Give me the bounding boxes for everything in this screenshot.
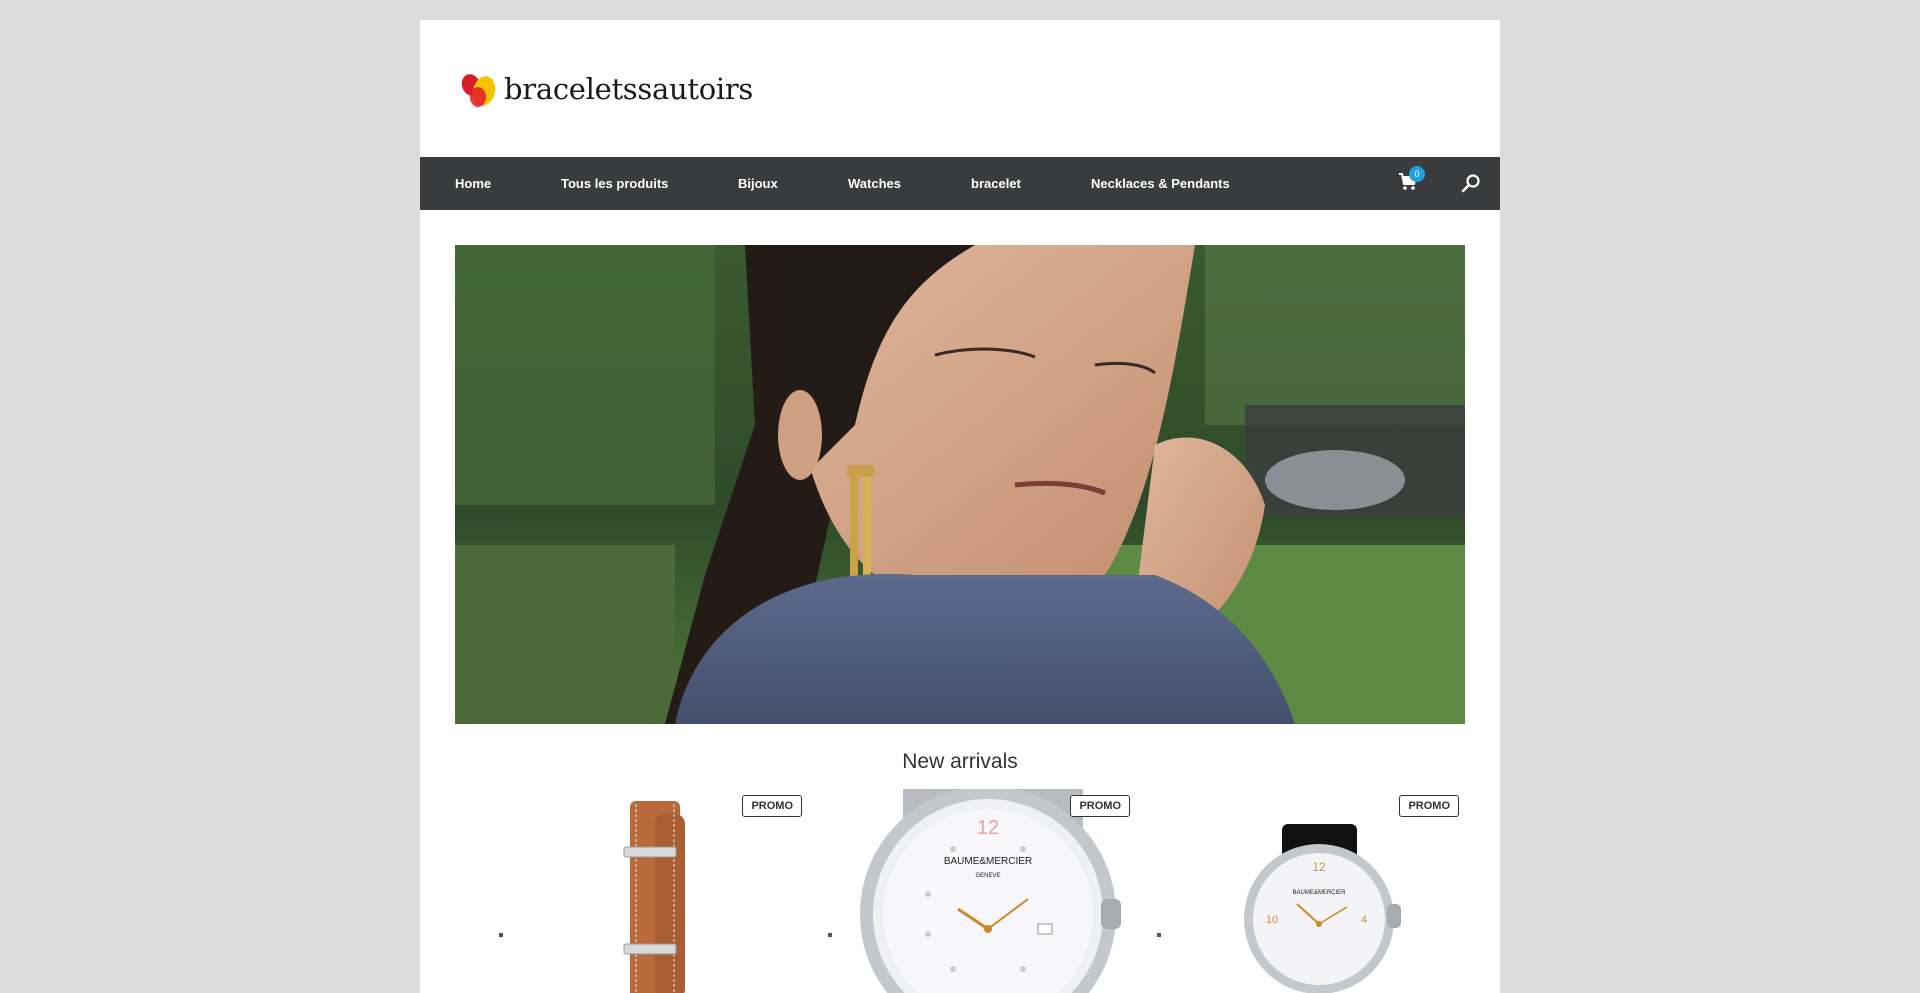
nav-item-bijoux[interactable]: Bijoux: [738, 176, 778, 191]
site-logo[interactable]: braceletssautoirs: [460, 67, 753, 111]
product-image: [515, 789, 808, 993]
nav-item-necklaces-pendants[interactable]: Necklaces & Pendants: [1091, 176, 1230, 191]
hero-banner-image[interactable]: [455, 245, 1465, 724]
promo-badge: PROMO: [742, 795, 802, 817]
svg-text:12: 12: [1312, 860, 1326, 874]
cart-count-badge: 0: [1409, 166, 1425, 182]
product-card[interactable]: PROMO: [515, 789, 808, 993]
nav-item-bracelet[interactable]: bracelet: [971, 176, 1021, 191]
nav-item-tous-les-produits[interactable]: Tous les produits: [561, 176, 668, 191]
search-icon[interactable]: [1461, 173, 1481, 193]
promo-badge: PROMO: [1399, 795, 1459, 817]
logo-text: braceletssautoirs: [504, 72, 753, 106]
product-image: BAUME&MERCIER GENEVE 12: [843, 789, 1136, 993]
product-card[interactable]: BAUME&MERCIER 12 10 4 PROMO: [1172, 789, 1465, 993]
product-card[interactable]: BAUME&MERCIER GENEVE 12 PROMO: [843, 789, 1136, 993]
hero-photo: [455, 245, 1465, 724]
nav-item-watches[interactable]: Watches: [848, 176, 901, 191]
svg-text:BAUME&MERCIER: BAUME&MERCIER: [1292, 890, 1346, 896]
product-image: BAUME&MERCIER 12 10 4: [1172, 789, 1465, 993]
nav-item-home[interactable]: Home: [455, 176, 491, 191]
carousel-bullet[interactable]: [1157, 933, 1161, 937]
svg-text:12: 12: [977, 817, 999, 839]
svg-text:10: 10: [1266, 914, 1278, 926]
page-container: braceletssautoirs Home Tous les produits…: [420, 20, 1500, 993]
carousel-bullet[interactable]: [499, 933, 503, 937]
carousel-bullet[interactable]: [828, 933, 832, 937]
section-title-new-arrivals: New arrivals: [902, 750, 1018, 773]
promo-badge: PROMO: [1070, 795, 1130, 817]
main-nav: Home Tous les produits Bijoux Watches br…: [420, 157, 1500, 210]
site-header: braceletssautoirs: [420, 20, 1500, 157]
svg-text:BAUME&MERCIER: BAUME&MERCIER: [944, 856, 1032, 867]
svg-text:GENEVE: GENEVE: [975, 873, 1000, 879]
svg-text:4: 4: [1361, 914, 1367, 926]
logo-icon: [461, 74, 496, 107]
